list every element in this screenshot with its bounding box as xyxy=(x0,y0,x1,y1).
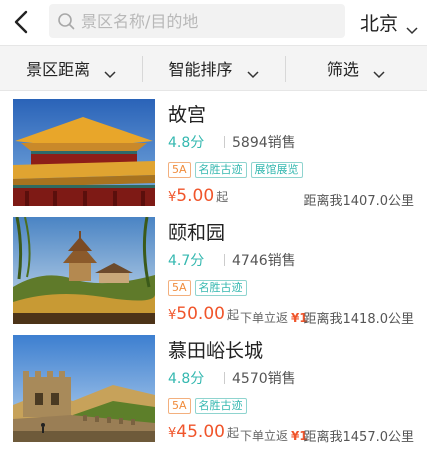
city-selector[interactable]: 北京 xyxy=(360,8,418,36)
list-item[interactable]: 故宫 4.8分 5894销售 5A 名胜古迹 展馆展览 ¥ 5.00 起 距离我… xyxy=(0,92,427,210)
chevron-down-icon xyxy=(373,64,385,79)
forbidden-city-photo xyxy=(13,99,155,206)
sales-count: 4570销售 xyxy=(224,368,296,388)
price-suffix: 起 xyxy=(226,426,239,440)
distance: 距离我1407.0公里 xyxy=(303,194,415,209)
price: ¥ 5.00 起 xyxy=(168,186,228,206)
cashback-label: 下单立返 xyxy=(240,429,289,443)
price-currency: ¥ xyxy=(168,190,177,205)
level-tag: 5A xyxy=(168,398,191,414)
category-tag: 展馆展览 xyxy=(250,162,303,178)
city-label: 北京 xyxy=(360,12,399,35)
search-icon xyxy=(57,12,75,30)
tag-list: 5A 名胜古迹 xyxy=(168,398,247,414)
price-suffix: 起 xyxy=(226,308,239,322)
cashback: 下单立返 ¥1 xyxy=(240,427,308,444)
list-item[interactable]: 颐和园 4.7分 4746销售 5A 名胜古迹 ¥ 50.00 起 下单立返 ¥1… xyxy=(0,210,427,328)
price: ¥ 50.00 起 xyxy=(168,304,239,324)
price-value: 45.00 xyxy=(176,422,225,442)
attraction-list: 故宫 4.8分 5894销售 5A 名胜古迹 展馆展览 ¥ 5.00 起 距离我… xyxy=(0,92,427,446)
price-value: 5.00 xyxy=(176,186,215,206)
chevron-down-icon xyxy=(406,18,418,35)
price-currency: ¥ xyxy=(168,426,177,441)
back-arrow-icon[interactable] xyxy=(10,8,40,36)
filter-bar: 景区距离 智能排序 筛选 xyxy=(0,45,427,91)
filter-label: 智能排序 xyxy=(168,60,233,79)
category-tag: 名胜古迹 xyxy=(194,280,247,296)
attraction-name: 故宫 xyxy=(168,104,207,126)
summer-palace-photo xyxy=(13,217,155,324)
filter-distance[interactable]: 景区距离 xyxy=(0,46,142,90)
search-box[interactable] xyxy=(49,4,345,38)
filter-label: 筛选 xyxy=(326,60,359,79)
price-suffix: 起 xyxy=(216,190,229,204)
tag-list: 5A 名胜古迹 xyxy=(168,280,247,296)
rating: 4.7分 xyxy=(168,253,205,269)
rating: 4.8分 xyxy=(168,371,205,387)
distance: 距离我1418.0公里 xyxy=(303,312,415,327)
list-item[interactable]: 慕田峪长城 4.8分 4570销售 5A 名胜古迹 ¥ 45.00 起 下单立返… xyxy=(0,328,427,446)
filter-sort[interactable]: 智能排序 xyxy=(142,46,284,90)
sales-count: 4746销售 xyxy=(224,250,296,270)
filter-label: 景区距离 xyxy=(26,60,91,79)
tag-list: 5A 名胜古迹 展馆展览 xyxy=(168,162,303,178)
category-tag: 名胜古迹 xyxy=(194,398,247,414)
level-tag: 5A xyxy=(168,162,191,178)
attraction-name: 慕田峪长城 xyxy=(168,340,264,362)
rating: 4.8分 xyxy=(168,135,205,151)
price: ¥ 45.00 起 xyxy=(168,422,239,442)
price-currency: ¥ xyxy=(168,308,177,323)
distance: 距离我1457.0公里 xyxy=(303,430,415,445)
cashback: 下单立返 ¥1 xyxy=(240,309,308,326)
search-input[interactable] xyxy=(81,4,336,38)
chevron-down-icon xyxy=(104,64,116,79)
great-wall-photo xyxy=(13,335,155,442)
price-value: 50.00 xyxy=(176,304,225,324)
chevron-down-icon xyxy=(246,64,259,79)
sales-count: 5894销售 xyxy=(224,132,296,152)
category-tag: 名胜古迹 xyxy=(194,162,247,178)
filter-screen[interactable]: 筛选 xyxy=(284,46,427,90)
attraction-name: 颐和园 xyxy=(168,222,226,244)
level-tag: 5A xyxy=(168,280,191,296)
top-bar: 北京 xyxy=(0,0,427,44)
cashback-label: 下单立返 xyxy=(240,311,289,325)
